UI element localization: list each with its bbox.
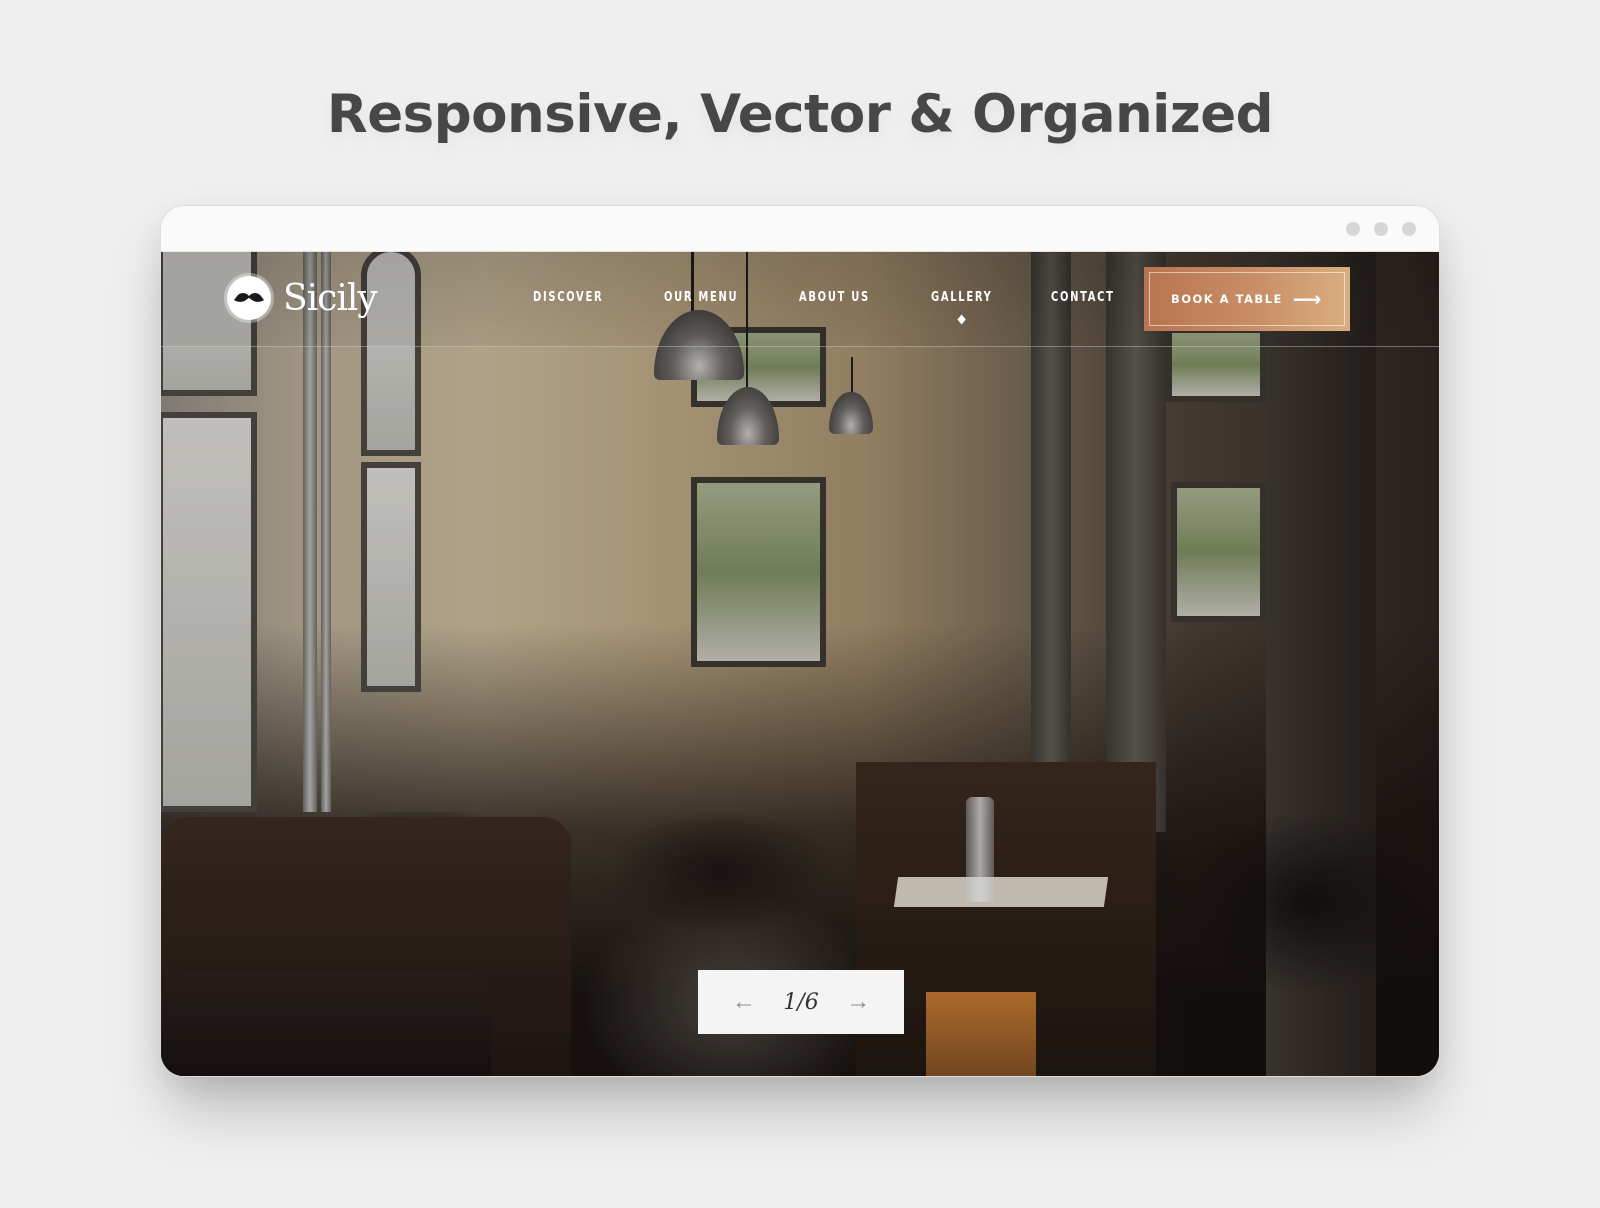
site-logo[interactable]: Sicily	[227, 276, 378, 320]
site-logo-text: Sicily	[283, 277, 378, 319]
nav-item-contact[interactable]: Contact	[1051, 290, 1115, 305]
site-header: Sicily Discover Our Menu About Us Galler…	[161, 252, 1439, 347]
nav-item-about-us[interactable]: About Us	[799, 290, 870, 305]
browser-mockup: Sicily Discover Our Menu About Us Galler…	[160, 205, 1440, 1077]
nav-item-gallery[interactable]: Gallery	[931, 290, 992, 305]
nav-item-our-menu[interactable]: Our Menu	[664, 290, 738, 305]
slide-counter: 1/6	[783, 989, 819, 1015]
arrow-right-icon: ⟶	[1292, 287, 1324, 311]
book-a-table-button-inner: BOOK A TABLE ⟶	[1149, 272, 1345, 326]
hero-overlay	[161, 252, 1439, 1076]
slider-pager: ← 1/6 →	[698, 970, 904, 1034]
arrow-right-icon[interactable]: →	[846, 988, 870, 1016]
book-a-table-button[interactable]: BOOK A TABLE ⟶	[1144, 267, 1350, 331]
window-dot-icon	[1402, 222, 1416, 236]
book-a-table-label: BOOK A TABLE	[1170, 292, 1283, 306]
window-dot-icon	[1374, 222, 1388, 236]
hero-slider: Sicily Discover Our Menu About Us Galler…	[161, 252, 1439, 1076]
main-nav: Discover Our Menu About Us Gallery Conta…	[533, 290, 1174, 305]
window-dot-icon	[1346, 222, 1360, 236]
page-headline: Responsive, Vector & Organized	[326, 84, 1274, 145]
nav-item-discover[interactable]: Discover	[533, 290, 603, 305]
window-controls	[1346, 222, 1416, 236]
mustache-icon	[227, 276, 271, 320]
browser-titlebar	[161, 206, 1439, 252]
arrow-left-icon[interactable]: ←	[732, 988, 756, 1016]
